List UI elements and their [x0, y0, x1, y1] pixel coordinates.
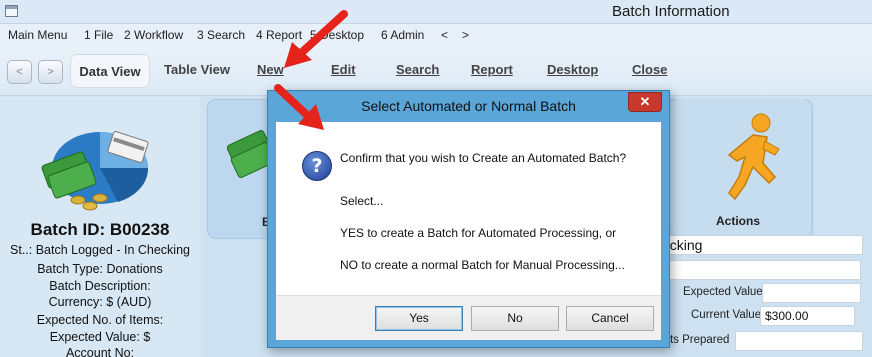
menu-main[interactable]: Main Menu [8, 28, 67, 42]
menu-search[interactable]: 3 Search [197, 28, 245, 42]
batch-id: Batch ID: B00238 [30, 220, 170, 239]
batch-money-icon [41, 130, 149, 211]
forward-button[interactable]: > [38, 60, 63, 84]
actions-label: Actions [716, 214, 761, 228]
batch-currency: Currency: $ (AUD) [48, 295, 152, 309]
batch-description: Batch Description: [49, 279, 151, 293]
dialog-title: Select Automated or Normal Batch [361, 98, 576, 114]
dialog-close-button[interactable]: ✕ [628, 92, 662, 112]
menu-workflow[interactable]: 2 Workflow [124, 28, 183, 42]
dialog-no-text: NO to create a normal Batch for Manual P… [340, 258, 625, 272]
menu-bar: Main Menu 1 File 2 Workflow 3 Search 4 R… [0, 24, 872, 46]
search-button[interactable]: Search [396, 62, 439, 77]
menu-admin[interactable]: 6 Admin [381, 28, 424, 42]
window-title: Batch Information [612, 3, 730, 20]
current-value-label: Current Value [691, 309, 762, 321]
blank-field[interactable] [657, 260, 861, 280]
no-button[interactable]: No [471, 306, 559, 331]
back-button[interactable]: < [7, 60, 32, 84]
dialog-question: Confirm that you wish to Create an Autom… [340, 151, 627, 165]
menu-scroll-right[interactable]: > [462, 28, 469, 42]
tab-table-view[interactable]: Table View [164, 62, 230, 77]
desktop-button[interactable]: Desktop [547, 62, 598, 77]
batch-status: St..: Batch Logged - In Checking [10, 243, 190, 257]
title-bar: Batch Information [0, 0, 872, 24]
menu-scroll-left[interactable]: < [441, 28, 448, 42]
expected-value-label: Expected Value [683, 286, 763, 298]
app-window-icon [5, 5, 18, 17]
dialog-body: ? Confirm that you wish to Create an Aut… [276, 122, 661, 295]
status-field: ecking [657, 235, 863, 255]
expected-value-field[interactable] [762, 283, 861, 303]
running-man-icon[interactable] [723, 111, 783, 211]
receipts-prepared-label: ipts Prepared [661, 334, 730, 346]
menu-report[interactable]: 4 Report [256, 28, 302, 42]
dialog-button-bar: Yes No Cancel [276, 295, 661, 340]
dialog-yes-text: YES to create a Batch for Automated Proc… [340, 226, 617, 240]
close-button[interactable]: Close [632, 62, 667, 77]
tab-data-view[interactable]: Data View [70, 54, 150, 88]
report-button[interactable]: Report [471, 62, 513, 77]
edit-button[interactable]: Edit [331, 62, 356, 77]
receipts-prepared-field[interactable] [735, 331, 863, 351]
batch-type-dialog: Select Automated or Normal Batch ✕ ? Con… [267, 90, 670, 348]
question-icon: ? [302, 151, 332, 181]
batch-type: Batch Type: Donations [37, 262, 163, 276]
menu-desktop[interactable]: 5 Desktop [310, 28, 364, 42]
yes-button[interactable]: Yes [375, 306, 463, 331]
current-value-field[interactable]: $300.00 [760, 306, 855, 326]
batch-expected-value: Expected Value: $ [49, 330, 151, 344]
dialog-select-text: Select... [340, 194, 384, 208]
menu-file[interactable]: 1 File [84, 28, 113, 42]
batch-summary-panel: Batch ID: B00238 St..: Batch Logged - In… [0, 97, 200, 357]
cancel-button[interactable]: Cancel [566, 306, 654, 331]
batch-account-no: Account No: [65, 346, 135, 357]
new-button[interactable]: New [257, 62, 284, 77]
batch-expected-items: Expected No. of Items: [36, 313, 164, 327]
toolbar: < > Data View Table View New Edit Search… [0, 46, 872, 96]
